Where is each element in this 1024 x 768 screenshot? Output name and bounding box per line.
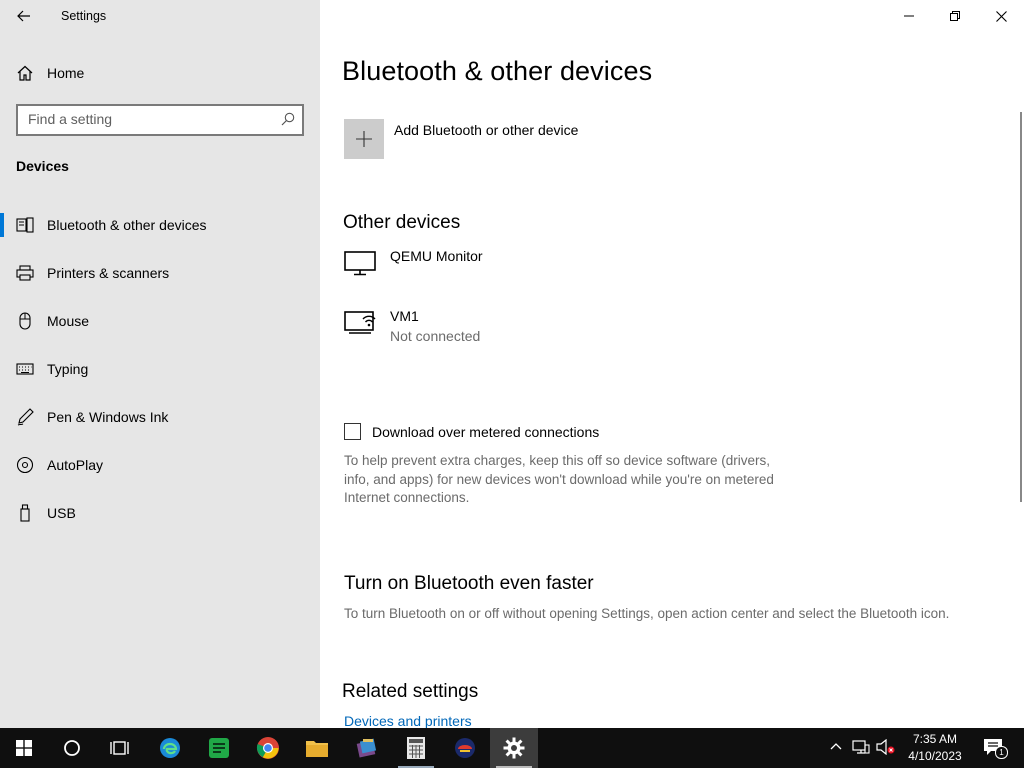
notification-count-badge: 1 xyxy=(995,746,1008,759)
keyboard-icon xyxy=(16,363,34,375)
nav-home-label: Home xyxy=(47,65,85,81)
calculator-icon xyxy=(407,737,425,759)
sidebar-item-label: Mouse xyxy=(47,313,90,329)
page-title: Bluetooth & other devices xyxy=(342,56,653,86)
device-item-vm1[interactable]: VM1 Not connected xyxy=(343,304,723,348)
network-tray-button[interactable] xyxy=(852,739,870,760)
restore-icon xyxy=(950,11,960,21)
search-icon[interactable] xyxy=(281,112,295,126)
network-icon xyxy=(852,740,870,754)
file-explorer-icon xyxy=(306,741,328,757)
action-center-button[interactable]: 1 xyxy=(983,738,1008,759)
start-icon xyxy=(16,740,32,756)
settings-icon xyxy=(503,737,525,759)
chrome-icon xyxy=(256,737,279,759)
sidebar-item-label: Bluetooth & other devices xyxy=(47,217,207,233)
add-device-label[interactable]: Add Bluetooth or other device xyxy=(394,122,578,138)
bluetooth-devices-icon xyxy=(16,217,34,233)
sidebar-item-label: Typing xyxy=(47,361,89,377)
monitor-icon xyxy=(344,251,376,276)
taskbar-app-chrome[interactable] xyxy=(244,728,292,768)
sidebar-item-label: AutoPlay xyxy=(47,457,104,473)
app-title: Settings xyxy=(61,9,107,23)
home-icon xyxy=(17,65,33,81)
nav-home[interactable]: Home xyxy=(0,58,320,88)
sidebar-item-mouse[interactable]: Mouse xyxy=(0,301,320,341)
devices-and-printers-link[interactable]: Devices and printers xyxy=(344,713,472,728)
sidebar-item-typing[interactable]: Typing xyxy=(0,349,320,389)
task-view-button[interactable] xyxy=(96,728,144,768)
mouse-icon xyxy=(19,312,31,330)
device-item-qemu-monitor[interactable]: QEMU Monitor xyxy=(343,244,723,288)
usb-icon xyxy=(20,504,30,522)
sidebar-item-printers[interactable]: Printers & scanners xyxy=(0,253,320,293)
sidebar-item-autoplay[interactable]: AutoPlay xyxy=(0,445,320,485)
sidebar-item-bluetooth[interactable]: Bluetooth & other devices xyxy=(0,205,320,245)
winrar-icon xyxy=(356,738,377,758)
sheets-icon xyxy=(209,738,229,758)
restore-button[interactable] xyxy=(932,0,978,32)
back-button[interactable] xyxy=(12,4,36,28)
bluetooth-faster-heading: Turn on Bluetooth even faster xyxy=(344,573,594,594)
clock-time: 7:35 AM xyxy=(912,732,958,746)
metered-checkbox[interactable] xyxy=(344,423,361,440)
taskbar-app-sheets[interactable] xyxy=(195,728,243,768)
network-device-icon xyxy=(344,311,376,334)
close-icon xyxy=(995,10,1007,22)
section-label-devices: Devices xyxy=(16,158,69,174)
metered-checkbox-label[interactable]: Download over metered connections xyxy=(372,424,599,440)
search-circle-icon xyxy=(64,740,80,756)
other-devices-heading: Other devices xyxy=(343,212,461,233)
device-status: Not connected xyxy=(390,328,481,344)
main-content: Bluetooth & other devices Add Bluetooth … xyxy=(320,0,1024,728)
bluetooth-faster-text: To turn Bluetooth on or off without open… xyxy=(344,606,950,621)
close-button[interactable] xyxy=(978,0,1024,32)
search-taskbar-button[interactable] xyxy=(48,728,96,768)
volume-tray-button[interactable] xyxy=(876,738,896,760)
start-button[interactable] xyxy=(0,728,48,768)
plus-icon xyxy=(356,131,372,147)
task-view-icon xyxy=(110,741,129,755)
sidebar-item-usb[interactable]: USB xyxy=(0,493,320,533)
clock[interactable]: 7:35 AM 4/10/2023 xyxy=(900,731,970,765)
back-arrow-icon xyxy=(17,10,30,22)
search-box[interactable] xyxy=(16,104,304,136)
sidebar-item-label: USB xyxy=(47,505,76,521)
clock-date: 4/10/2023 xyxy=(908,749,962,763)
taskbar-app-calculator[interactable] xyxy=(392,728,440,768)
device-name: QEMU Monitor xyxy=(390,248,483,264)
device-name: VM1 xyxy=(390,308,419,324)
volume-muted-icon xyxy=(876,738,895,756)
related-settings-heading: Related settings xyxy=(342,681,479,702)
chevron-up-icon xyxy=(830,743,842,750)
autoplay-icon xyxy=(16,456,34,474)
minimize-button[interactable] xyxy=(886,0,932,32)
minimize-icon xyxy=(904,15,914,17)
taskbar-app-settings[interactable] xyxy=(490,728,538,768)
settings-sidebar: Settings Home Devices Bluetooth & other … xyxy=(0,0,320,728)
sidebar-item-label: Printers & scanners xyxy=(47,265,170,281)
sidebar-item-pen[interactable]: Pen & Windows Ink xyxy=(0,397,320,437)
add-device-button[interactable] xyxy=(344,119,384,159)
search-input[interactable] xyxy=(28,111,268,127)
edge-icon xyxy=(160,738,180,758)
pen-icon xyxy=(17,408,34,426)
taskbar-app-winrar[interactable] xyxy=(343,728,391,768)
show-hidden-icons-button[interactable] xyxy=(830,740,842,758)
printer-icon xyxy=(16,265,34,281)
taskbar-app-generic[interactable] xyxy=(441,728,489,768)
sidebar-item-label: Pen & Windows Ink xyxy=(47,409,169,425)
metered-help-text: To help prevent extra charges, keep this… xyxy=(344,453,774,505)
taskbar: 7:35 AM 4/10/2023 1 xyxy=(0,728,1024,768)
app-icon xyxy=(455,738,475,758)
taskbar-app-edge[interactable] xyxy=(146,728,194,768)
selection-indicator xyxy=(0,213,4,237)
scrollbar[interactable] xyxy=(1020,112,1022,502)
taskbar-app-file-explorer[interactable] xyxy=(293,728,341,768)
